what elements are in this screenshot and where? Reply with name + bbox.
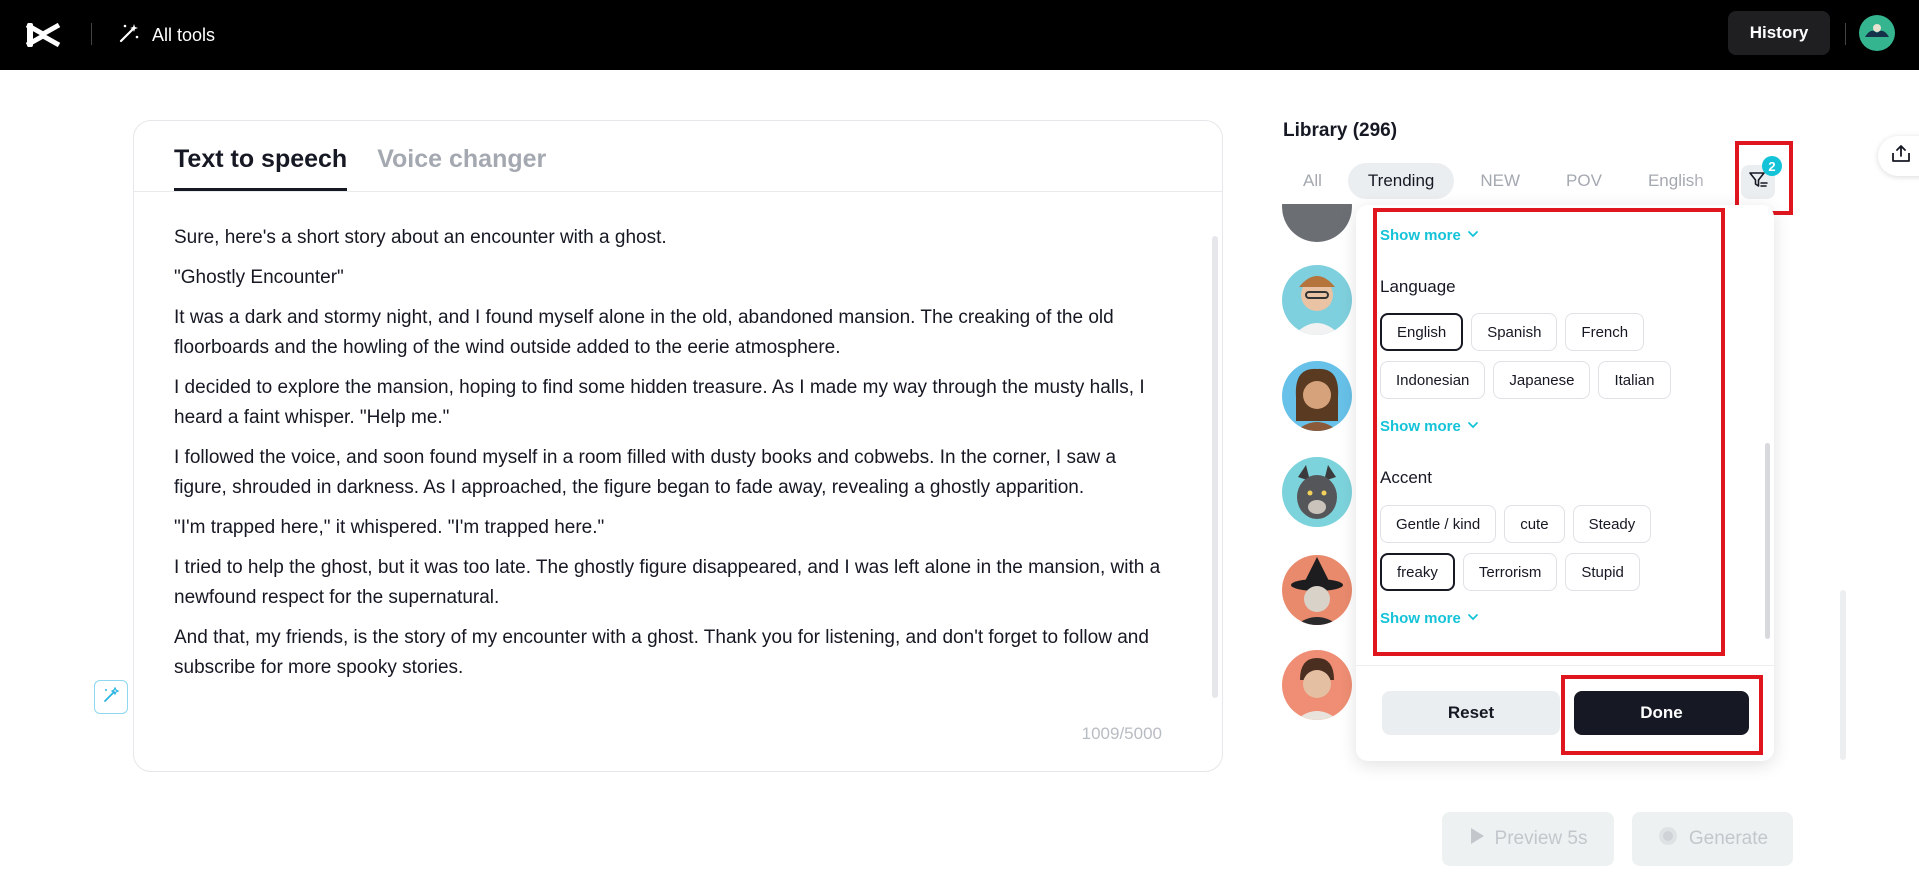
accent-heading: Accent [1380,468,1432,487]
ai-write-button[interactable] [94,680,128,714]
option-spanish[interactable]: Spanish [1471,313,1558,351]
preview-label: Preview 5s [1494,828,1588,849]
character-count: 1009/5000 [1081,724,1162,743]
option-indonesian[interactable]: Indonesian [1380,361,1486,399]
chevron-down-icon [1467,418,1479,435]
story-paragraph: "Ghostly Encounter" [174,267,344,288]
chevron-down-icon [1467,610,1479,627]
language-heading: Language [1380,277,1456,296]
show-more-link[interactable]: Show more [1380,610,1479,627]
preview-button[interactable]: Preview 5s [1442,812,1614,866]
header-divider [91,23,92,45]
chip-pov[interactable]: POV [1546,163,1622,199]
story-paragraph: I tried to help the ghost, but it was to… [174,557,1161,608]
library-title: Library (296) [1283,120,1398,141]
tabs-divider [134,191,1222,192]
chip-all[interactable]: All [1283,163,1342,199]
option-cute[interactable]: cute [1504,505,1565,543]
option-italian[interactable]: Italian [1598,361,1671,399]
capcut-logo-icon[interactable] [24,17,62,53]
voice-avatar[interactable] [1282,650,1352,720]
tab-voice-changer[interactable]: Voice changer [377,121,546,191]
filter-panel-scrollbar[interactable] [1765,443,1770,639]
editor-tabs: Text to speech Voice changer [174,121,546,191]
show-more-label: Show more [1380,227,1461,244]
option-english[interactable]: English [1380,313,1464,351]
story-paragraph: It was a dark and stormy night, and I fo… [174,307,1114,358]
story-paragraph: I decided to explore the mansion, hoping… [174,377,1145,428]
show-more-label: Show more [1380,418,1461,435]
voice-avatar[interactable] [1282,361,1352,431]
accent-options-row: Gentle / kind cute Steady [1380,505,1652,543]
all-tools-button[interactable]: All tools [118,20,215,50]
option-gentle-kind[interactable]: Gentle / kind [1380,505,1497,543]
upload-voice-button[interactable] [1878,136,1919,176]
reset-button[interactable]: Reset [1382,691,1560,735]
show-more-link[interactable]: Show more [1380,227,1479,244]
story-paragraph: I followed the voice, and soon found mys… [174,447,1117,498]
story-paragraph: Sure, here's a short story about an enco… [174,227,667,248]
magic-pen-icon [101,685,121,710]
chevron-down-icon [1467,227,1479,244]
editor-card: Text to speech Voice changer Sure, here'… [133,120,1223,772]
voice-avatar[interactable] [1282,265,1352,335]
filter-count-badge: 2 [1762,156,1782,176]
user-avatar[interactable] [1859,15,1895,51]
language-options-row: Indonesian Japanese Italian [1380,361,1671,399]
header-divider [1845,23,1846,45]
editor-scrollbar[interactable] [1212,236,1218,698]
play-icon [1469,827,1485,851]
option-terrorism[interactable]: Terrorism [1462,553,1558,591]
option-stupid[interactable]: Stupid [1565,553,1640,591]
generate-button[interactable]: Generate [1632,812,1793,866]
voice-avatar[interactable] [1282,555,1352,625]
story-paragraph: "I'm trapped here," it whispered. "I'm t… [174,517,605,538]
option-steady[interactable]: Steady [1572,505,1652,543]
filter-panel-divider [1356,665,1774,666]
tab-text-to-speech[interactable]: Text to speech [174,121,348,191]
done-button[interactable]: Done [1574,691,1749,735]
story-paragraph: And that, my friends, is the story of my… [174,627,1149,678]
all-tools-label: All tools [152,24,216,45]
chip-trending[interactable]: Trending [1347,163,1455,199]
filter-panel: Show more Language English Spanish Frenc… [1356,205,1774,761]
chip-new[interactable]: NEW [1460,163,1540,199]
upload-icon [1890,143,1912,170]
generate-label: Generate [1688,828,1769,849]
accent-options-row: freaky Terrorism Stupid [1380,553,1640,591]
language-options-row: English Spanish French [1380,313,1645,351]
option-freaky[interactable]: freaky [1380,553,1455,591]
show-more-link[interactable]: Show more [1380,418,1479,435]
show-more-label: Show more [1380,610,1461,627]
script-textarea[interactable]: Sure, here's a short story about an enco… [174,223,1174,693]
top-bar: All tools History [0,0,1919,70]
option-french[interactable]: French [1565,313,1645,351]
generate-icon [1657,825,1679,853]
option-japanese[interactable]: Japanese [1493,361,1591,399]
library-scrollbar[interactable] [1840,590,1846,760]
history-button[interactable]: History [1728,11,1830,55]
magic-wand-icon [118,22,140,49]
voice-avatar[interactable] [1282,457,1352,527]
